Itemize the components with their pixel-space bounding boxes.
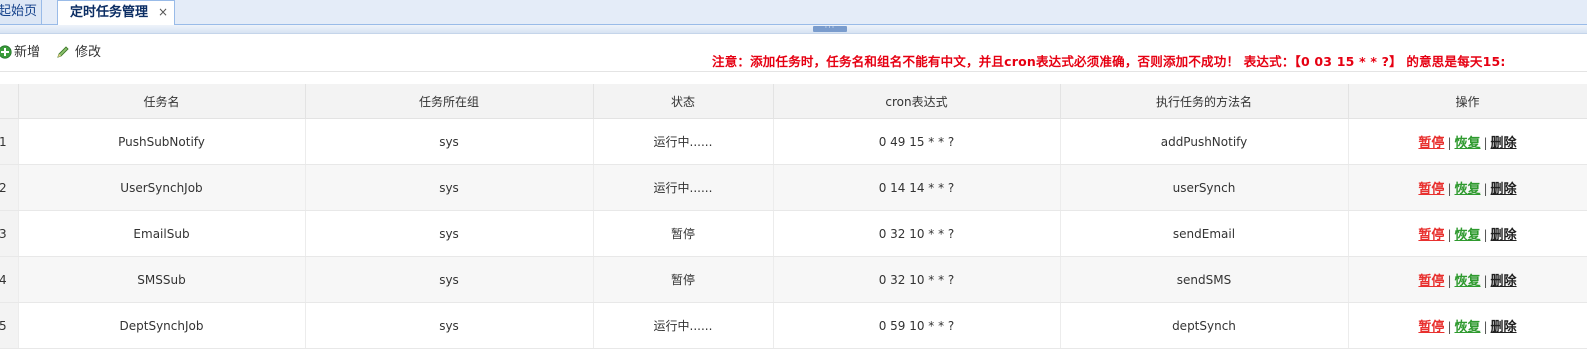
- actions-cell: 暂停 | 恢复 | 删除: [1348, 118, 1587, 165]
- cron-cell: 0 59 10 * * ?: [773, 302, 1061, 349]
- pause-link[interactable]: 暂停: [1418, 320, 1444, 335]
- method-cell: sendSMS: [1060, 256, 1349, 303]
- header-cron[interactable]: cron表达式: [773, 84, 1061, 119]
- pause-link[interactable]: 暂停: [1418, 274, 1444, 289]
- method-cell: addPushNotify: [1060, 118, 1349, 165]
- splitter-grip-icon[interactable]: ···: [813, 24, 847, 32]
- actions-cell: 暂停 | 恢复 | 删除: [1348, 210, 1587, 257]
- task-name-cell: DeptSynchJob: [18, 302, 306, 349]
- actions-cell: 暂停 | 恢复 | 删除: [1348, 164, 1587, 211]
- task-group-cell: sys: [305, 210, 594, 257]
- method-cell: deptSynch: [1060, 302, 1349, 349]
- task-name-cell: EmailSub: [18, 210, 306, 257]
- cron-cell: 0 32 10 * * ?: [773, 210, 1061, 257]
- header-task-group[interactable]: 任务所在组: [305, 84, 594, 119]
- action-separator: |: [1447, 182, 1452, 196]
- delete-link[interactable]: 删除: [1491, 274, 1517, 289]
- table-header-row: 任务名 任务所在组 状态 cron表达式 执行任务的方法名 操作: [0, 84, 1587, 119]
- action-separator: |: [1483, 274, 1488, 288]
- resume-link[interactable]: 恢复: [1454, 136, 1480, 151]
- task-group-cell: sys: [305, 118, 594, 165]
- action-separator: |: [1483, 228, 1488, 242]
- table-row[interactable]: 4 SMSSub sys 暂停 0 32 10 * * ? sendSMS 暂停 | 恢复 | 删除: [0, 256, 1587, 303]
- action-separator: |: [1447, 228, 1452, 242]
- task-table: 任务名 任务所在组 状态 cron表达式 执行任务的方法名 操作 1 PushSu…: [0, 84, 1587, 349]
- notice-text: 注意：添加任务时，任务名和组名不能有中文，并且cron表达式必须准确，否则添加不…: [712, 54, 1506, 69]
- method-cell: userSynch: [1060, 164, 1349, 211]
- status-cell: 运行中......: [593, 164, 774, 211]
- resume-link[interactable]: 恢复: [1454, 320, 1480, 335]
- row-number: 3: [0, 210, 19, 257]
- row-number: 1: [0, 118, 19, 165]
- edit-button[interactable]: 修改: [56, 44, 101, 62]
- status-cell: 运行中......: [593, 302, 774, 349]
- pencil-icon: [57, 46, 69, 58]
- task-name-cell: SMSSub: [18, 256, 306, 303]
- delete-link[interactable]: 删除: [1491, 182, 1517, 197]
- close-icon[interactable]: ×: [158, 0, 168, 24]
- pause-link[interactable]: 暂停: [1418, 228, 1444, 243]
- add-icon: [0, 45, 12, 59]
- status-cell: 暂停: [593, 256, 774, 303]
- status-cell: 运行中......: [593, 118, 774, 165]
- resume-link[interactable]: 恢复: [1454, 274, 1480, 289]
- delete-link[interactable]: 删除: [1491, 136, 1517, 151]
- action-separator: |: [1447, 320, 1452, 334]
- task-name-cell: UserSynchJob: [18, 164, 306, 211]
- toolbar: 新增 修改 注意：添加任务时，任务名和组名不能有中文，并且cron表达式必须准确…: [0, 34, 1587, 72]
- task-group-cell: sys: [305, 302, 594, 349]
- resume-link[interactable]: 恢复: [1454, 228, 1480, 243]
- table-row[interactable]: 3 EmailSub sys 暂停 0 32 10 * * ? sendEmail 暂停 | 恢…: [0, 210, 1587, 257]
- edit-button-label: 修改: [75, 45, 102, 60]
- task-name-cell: PushSubNotify: [18, 118, 306, 165]
- task-group-cell: sys: [305, 164, 594, 211]
- method-cell: sendEmail: [1060, 210, 1349, 257]
- add-button[interactable]: 新增: [0, 44, 40, 62]
- header-status[interactable]: 状态: [593, 84, 774, 119]
- resume-link[interactable]: 恢复: [1454, 182, 1480, 197]
- delete-link[interactable]: 删除: [1491, 228, 1517, 243]
- table-row[interactable]: 5 DeptSynchJob sys 运行中...... 0 59 10 * * ? de…: [0, 302, 1587, 349]
- tab-home[interactable]: 起始页: [0, 0, 42, 24]
- pause-link[interactable]: 暂停: [1418, 136, 1444, 151]
- pause-link[interactable]: 暂停: [1418, 182, 1444, 197]
- action-separator: |: [1447, 274, 1452, 288]
- action-separator: |: [1483, 182, 1488, 196]
- add-button-label: 新增: [14, 45, 41, 60]
- header-method[interactable]: 执行任务的方法名: [1060, 84, 1349, 119]
- tab-scheduled-tasks-label: 定时任务管理: [70, 5, 149, 20]
- actions-cell: 暂停 | 恢复 | 删除: [1348, 256, 1587, 303]
- row-number: 2: [0, 164, 19, 211]
- tab-home-label: 起始页: [0, 4, 38, 19]
- tab-bar: 起始页 定时任务管理 ×: [0, 0, 1587, 25]
- actions-cell: 暂停 | 恢复 | 删除: [1348, 302, 1587, 349]
- cron-cell: 0 49 15 * * ?: [773, 118, 1061, 165]
- status-cell: 暂停: [593, 210, 774, 257]
- panel-splitter[interactable]: ···: [0, 24, 1587, 34]
- action-separator: |: [1483, 320, 1488, 334]
- tab-scheduled-tasks[interactable]: 定时任务管理 ×: [57, 0, 175, 25]
- header-task-name[interactable]: 任务名: [18, 84, 306, 119]
- table-row[interactable]: 1 PushSubNotify sys 运行中...... 0 49 15 * * ? a…: [0, 118, 1587, 165]
- delete-link[interactable]: 删除: [1491, 320, 1517, 335]
- action-separator: |: [1483, 136, 1488, 150]
- table-row[interactable]: 2 UserSynchJob sys 运行中...... 0 14 14 * * ? us…: [0, 164, 1587, 211]
- row-number: 4: [0, 256, 19, 303]
- task-group-cell: sys: [305, 256, 594, 303]
- action-separator: |: [1447, 136, 1452, 150]
- row-number: 5: [0, 302, 19, 349]
- header-rownum: [0, 84, 19, 119]
- header-actions: 操作: [1348, 84, 1587, 119]
- cron-cell: 0 14 14 * * ?: [773, 164, 1061, 211]
- cron-cell: 0 32 10 * * ?: [773, 256, 1061, 303]
